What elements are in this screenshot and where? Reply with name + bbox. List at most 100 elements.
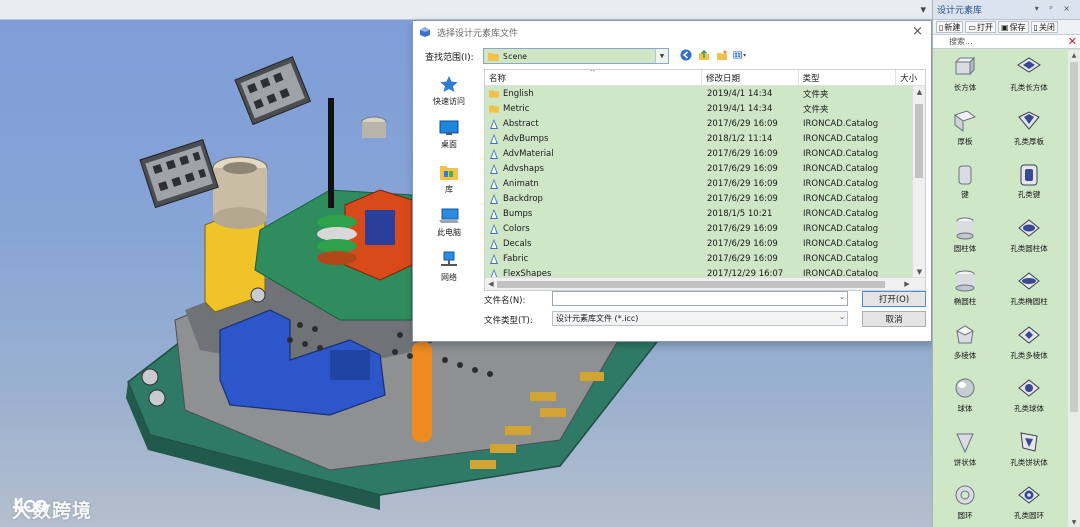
catalog-item[interactable]: 键 — [937, 159, 993, 213]
place-this-pc[interactable]: 此电脑 — [421, 201, 477, 245]
file-name-cell: AdvMaterial — [485, 148, 703, 159]
place-quick-access[interactable]: 快速访问 — [421, 69, 477, 113]
cancel-button[interactable]: 取消 — [862, 311, 926, 327]
catalog-item[interactable]: 孔类厚板 — [995, 106, 1063, 160]
file-row[interactable]: Animatn 2017/6/29 16:09 IRONCAD.Catalog — [485, 176, 913, 191]
filetype-select[interactable]: 设计元素库文件 (*.icc) ⌄ — [552, 311, 848, 326]
scroll-thumb[interactable] — [1070, 62, 1078, 412]
new-folder-icon[interactable] — [715, 48, 729, 62]
catalog-item[interactable]: 球体 — [937, 373, 993, 427]
catalog-item[interactable]: 孔类球体 — [995, 373, 1063, 427]
hole-elliptic-cylinder-icon — [1018, 272, 1040, 290]
clear-search-icon[interactable]: ✕ — [1068, 35, 1077, 48]
file-type: 文件夹 — [803, 104, 829, 115]
close-catalog-label: 关闭 — [1038, 22, 1055, 32]
file-date: 2019/4/1 14:34 — [707, 88, 773, 99]
catalog-item-label: 多棱体 — [953, 350, 977, 360]
file-row[interactable]: AdvMaterial 2017/6/29 16:09 IRONCAD.Catalo… — [485, 146, 913, 161]
close-catalog-button[interactable]: ▯ 关闭 — [1030, 21, 1058, 33]
window-menu-icon[interactable]: ▾ — [920, 3, 926, 16]
place-desktop[interactable]: 桌面 — [421, 113, 477, 157]
file-list[interactable]: 名称 ^ 修改日期 类型 大小 English 2019/4/1 14:34 文件夹… — [484, 69, 926, 291]
chevron-down-icon[interactable]: ⌄ — [839, 293, 845, 301]
panel-titlebar[interactable]: 设计元素库 ▾ ᵖ × — [933, 0, 1080, 20]
column-size[interactable]: 大小 — [896, 70, 925, 86]
file-name-cell: Advshaps — [485, 163, 703, 174]
file-date: 2017/6/29 16:09 — [707, 193, 778, 204]
column-date[interactable]: 修改日期 — [702, 70, 799, 86]
panel-scrollbar[interactable]: ▲ ▼ — [1068, 50, 1080, 527]
new-catalog-button[interactable]: ▯ 新建 — [936, 21, 964, 33]
column-name[interactable]: 名称 ^ — [485, 70, 702, 86]
file-row[interactable]: Decals 2017/6/29 16:09 IRONCAD.Catalog — [485, 236, 913, 251]
file-type: IRONCAD.Catalog — [803, 193, 879, 204]
places-bar: 快速访问 桌面 库 此电脑 网络 — [421, 69, 477, 289]
file-row[interactable]: English 2019/4/1 14:34 文件夹 — [485, 86, 913, 101]
file-row[interactable]: Metric 2019/4/1 14:34 文件夹 — [485, 101, 913, 116]
scroll-down-icon[interactable]: ▼ — [1068, 517, 1080, 527]
catalog-item[interactable]: 多棱体 — [937, 320, 993, 374]
file-date: 2017/6/29 16:09 — [707, 253, 778, 264]
back-icon[interactable] — [679, 48, 693, 62]
catalog-item[interactable]: 圆柱体 — [937, 213, 993, 267]
catalog-file-icon — [489, 133, 499, 144]
file-list-vertical-scrollbar[interactable]: ▲ ▼ — [912, 86, 925, 278]
file-row[interactable]: Fabric 2017/6/29 16:09 IRONCAD.Catalog — [485, 251, 913, 266]
catalog-item-label: 球体 — [957, 404, 973, 413]
catalog-item[interactable]: 孔类椭圆柱 — [995, 266, 1063, 320]
filetype-label: 文件类型(T): — [484, 316, 533, 326]
scroll-right-icon[interactable]: ▶ — [901, 278, 913, 290]
catalog-item[interactable]: 椭圆柱 — [937, 266, 993, 320]
place-library[interactable]: 库 — [421, 157, 477, 201]
open-button[interactable]: 打开(O) — [862, 291, 926, 307]
file-type: IRONCAD.Catalog — [803, 118, 879, 129]
catalog-item[interactable]: 孔类圆环 — [995, 480, 1063, 527]
look-in-dropdown[interactable]: Scene ▼ — [483, 48, 669, 64]
catalog-item[interactable]: 孔类饼状体 — [995, 427, 1063, 481]
catalog-item[interactable]: 长方体 — [937, 52, 993, 106]
scroll-thumb[interactable] — [497, 281, 885, 288]
file-name-cell: Abstract — [485, 118, 703, 129]
torus-icon — [955, 485, 975, 505]
file-list-horizontal-scrollbar[interactable]: ◀ ▶ — [485, 277, 925, 290]
filename-input[interactable]: ⌄ — [552, 291, 848, 306]
file-row[interactable]: Colors 2017/6/29 16:09 IRONCAD.Catalog — [485, 221, 913, 236]
catalog-item[interactable]: 饼状体 — [937, 427, 993, 481]
open-catalog-button[interactable]: ▭ 打开 — [965, 21, 996, 33]
file-list-header: 名称 ^ 修改日期 类型 大小 — [485, 70, 925, 86]
save-catalog-label: 保存 — [1009, 22, 1026, 32]
file-row[interactable]: Abstract 2017/6/29 16:09 IRONCAD.Catalog — [485, 116, 913, 131]
catalog-item[interactable]: 孔类键 — [995, 159, 1063, 213]
chevron-down-icon[interactable]: ⌄ — [839, 313, 845, 321]
dialog-close-button[interactable]: × — [912, 24, 923, 39]
file-name: Backdrop — [503, 193, 543, 204]
chevron-down-icon[interactable]: ▼ — [655, 49, 668, 63]
column-date-label: 修改日期 — [706, 74, 741, 84]
file-row[interactable]: AdvBumps 2018/1/2 11:14 IRONCAD.Catalog — [485, 131, 913, 146]
scroll-up-icon[interactable]: ▲ — [1068, 50, 1080, 60]
scroll-thumb[interactable] — [915, 104, 923, 178]
save-catalog-button[interactable]: ▣ 保存 — [997, 21, 1029, 33]
catalog-item[interactable]: 孔类圆柱体 — [995, 213, 1063, 267]
open-catalog-label: 打开 — [976, 22, 993, 32]
up-folder-icon[interactable] — [697, 48, 711, 62]
catalog-item[interactable]: 圆环 — [937, 480, 993, 527]
catalog-item[interactable]: 孔类多棱体 — [995, 320, 1063, 374]
watermark: 大数跨境 — [12, 492, 92, 526]
file-row[interactable]: Bumps 2018/1/5 10:21 IRONCAD.Catalog — [485, 206, 913, 221]
file-name: AdvMaterial — [503, 148, 554, 159]
panel-window-controls[interactable]: ▾ ᵖ × — [1035, 4, 1074, 13]
catalog-search-input[interactable]: 搜索... ✕ — [933, 35, 1080, 49]
hole-key-icon — [1020, 164, 1038, 186]
column-type[interactable]: 类型 — [799, 70, 897, 86]
place-network[interactable]: 网络 — [421, 245, 477, 289]
scroll-left-icon[interactable]: ◀ — [485, 278, 497, 290]
dialog-titlebar[interactable]: 选择设计元素库文件 — [413, 21, 931, 43]
file-row[interactable]: Backdrop 2017/6/29 16:09 IRONCAD.Catalog — [485, 191, 913, 206]
view-menu-icon[interactable] — [733, 48, 747, 62]
catalog-item[interactable]: 孔类长方体 — [995, 52, 1063, 106]
catalog-item-label: 键 — [961, 190, 969, 199]
catalog-item[interactable]: 厚板 — [937, 106, 993, 160]
scroll-up-icon[interactable]: ▲ — [913, 86, 925, 98]
file-row[interactable]: Advshaps 2017/6/29 16:09 IRONCAD.Catalog — [485, 161, 913, 176]
